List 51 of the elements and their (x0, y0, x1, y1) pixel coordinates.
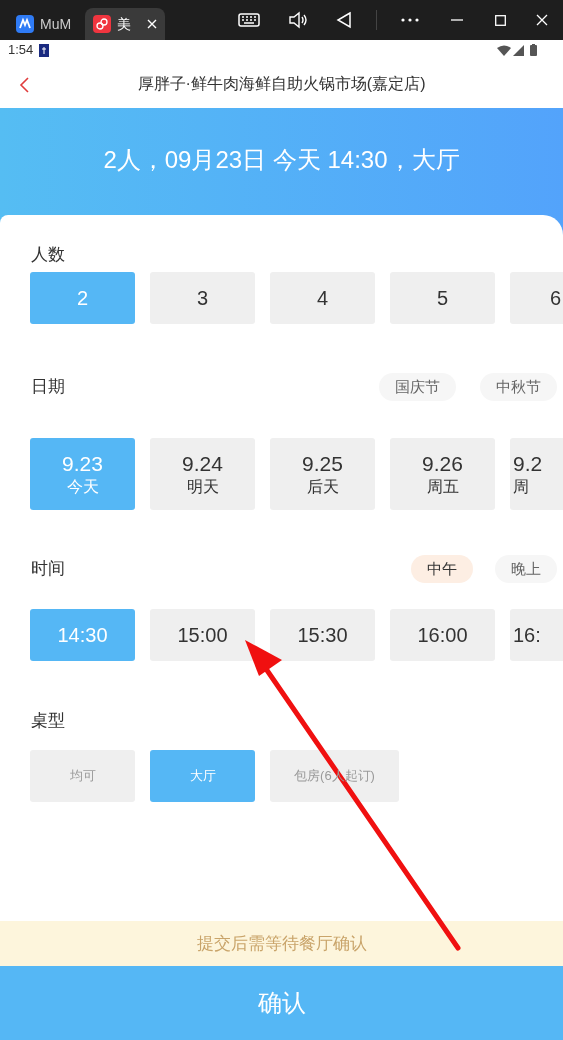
day-text: 今天 (66, 477, 99, 497)
browser-tab[interactable]: 美 (85, 8, 166, 40)
date-text: 9.24 (182, 451, 223, 477)
date-option[interactable]: 9.25 后天 (270, 438, 375, 510)
day-text: 后天 (306, 477, 339, 497)
filter-chip[interactable]: 中午 (411, 555, 473, 583)
filter-chip[interactable]: 国庆节 (379, 373, 456, 401)
browser-tab[interactable]: MuM (8, 8, 80, 40)
date-text: 9.23 (62, 451, 103, 477)
section-label: 桌型 (31, 711, 65, 730)
date-option[interactable]: 9.2 周 (510, 438, 563, 510)
notification-icon (39, 43, 50, 57)
app-icon (16, 15, 34, 33)
date-option[interactable]: 9.26 周五 (390, 438, 495, 510)
party-size-option[interactable]: 5 (390, 272, 495, 324)
booking-summary: 2人，09月23日 今天 14:30，大厅 (103, 146, 460, 173)
section-label: 人数 (31, 245, 65, 264)
page-title: 厚胖子·鲜牛肉海鲜自助火锅市场(嘉定店) (137, 74, 426, 94)
filter-chip[interactable]: 晚上 (495, 555, 557, 583)
time-option[interactable]: 15:30 (270, 609, 375, 661)
maximize-icon[interactable] (495, 14, 506, 26)
tab-label: MuM (40, 14, 72, 34)
date-text: 9.2 (513, 451, 543, 477)
date-option[interactable]: 9.24 明天 (150, 438, 255, 510)
status-time: 1:54 (8, 41, 34, 60)
date-text: 9.26 (422, 451, 463, 477)
wifi-icon (497, 44, 511, 56)
section-label: 日期 (31, 376, 65, 399)
app-icon (93, 15, 112, 33)
filter-chip[interactable]: 中秋节 (480, 373, 557, 401)
time-option[interactable]: 16: (510, 609, 563, 661)
close-icon[interactable] (147, 19, 158, 29)
day-text: 周五 (426, 477, 459, 497)
section-label: 时间 (31, 558, 65, 581)
party-size-option[interactable]: 4 (270, 272, 375, 324)
close-icon[interactable] (536, 14, 548, 26)
party-size-option[interactable]: 6 (510, 272, 563, 324)
party-size-option[interactable]: 3 (150, 272, 255, 324)
more-icon[interactable] (401, 18, 419, 22)
day-text: 明天 (186, 477, 219, 497)
day-text: 周 (513, 477, 529, 497)
keyboard-icon[interactable] (238, 13, 260, 27)
speaker-icon[interactable] (288, 11, 308, 29)
notice-text: 提交后需等待餐厅确认 (196, 932, 367, 955)
battery-icon (530, 44, 537, 56)
back-icon[interactable] (336, 11, 352, 29)
signal-icon (513, 44, 524, 56)
date-text: 9.25 (302, 451, 343, 477)
tab-label: 美 (117, 14, 132, 34)
time-option[interactable]: 16:00 (390, 609, 495, 661)
time-option[interactable]: 15:00 (150, 609, 255, 661)
